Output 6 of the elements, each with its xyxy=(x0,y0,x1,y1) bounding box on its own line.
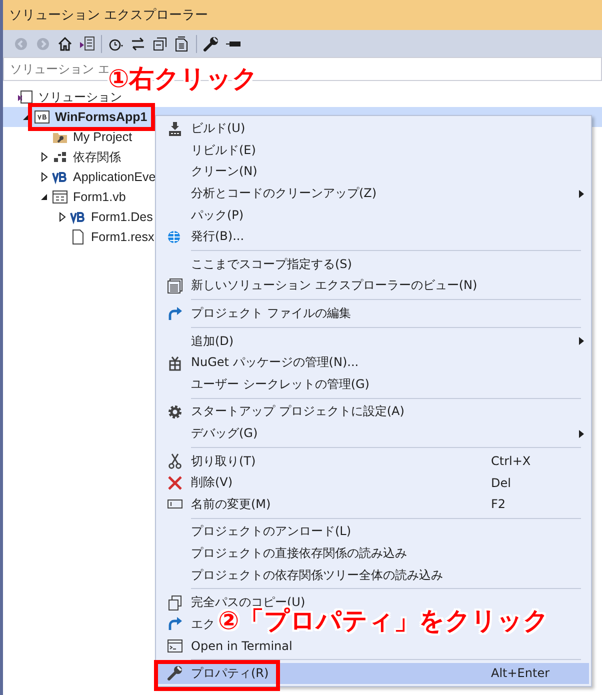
shortcut-text: Ctrl+X xyxy=(491,454,532,468)
annotation-text: ②「プロパティ」をクリック xyxy=(218,608,550,634)
shortcut-text: F2 xyxy=(491,497,507,512)
shortcut-text: Del xyxy=(491,476,512,490)
shortcut-text: Alt+Enter xyxy=(491,666,551,680)
window-title: ソリューション エクスプローラー xyxy=(3,0,602,30)
